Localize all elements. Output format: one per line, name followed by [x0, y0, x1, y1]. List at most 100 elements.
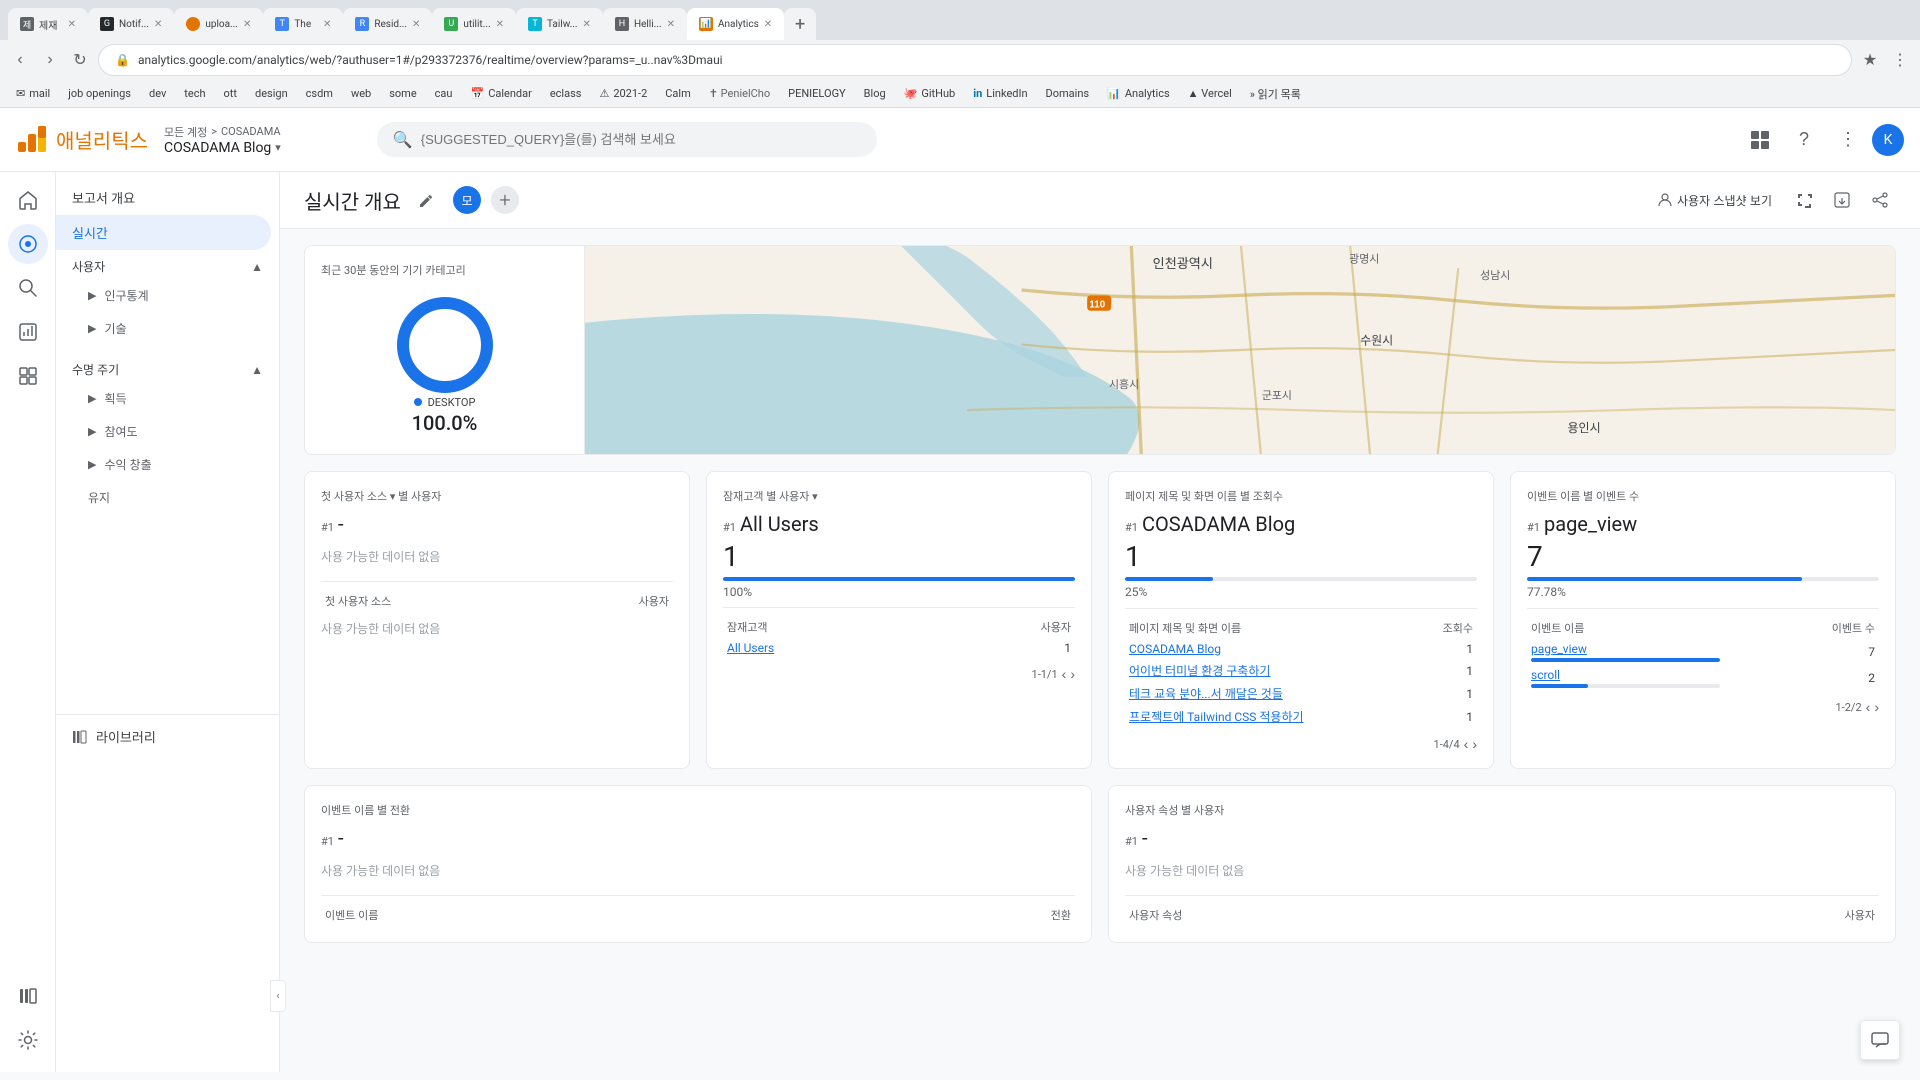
nav-realtime[interactable]: 실시간 — [56, 215, 271, 250]
browser-tab[interactable]: T Tailw... ✕ — [516, 8, 603, 40]
bookmark-ott[interactable]: ott — [216, 85, 245, 102]
first-user-source-header: 첫 사용자 소스 ▾ 별 사용자 — [321, 488, 441, 504]
nav-user-section[interactable]: 사용자 ▲ — [56, 250, 279, 279]
bookmark-blog[interactable]: Blog — [856, 85, 894, 102]
prev-page-button[interactable]: ‹ — [1866, 699, 1871, 715]
prev-page-button[interactable]: ‹ — [1464, 736, 1469, 752]
nav-report-overview[interactable]: 보고서 개요 — [56, 180, 271, 215]
browser-tab[interactable]: 제 제재 ✕ — [8, 8, 88, 40]
url-bar[interactable]: 🔒 analytics.google.com/analytics/web/?au… — [98, 44, 1852, 76]
edit-icon — [418, 191, 436, 209]
share-button[interactable] — [1864, 184, 1896, 216]
nav-library[interactable]: 라이브러리 — [56, 714, 279, 758]
bookmark-penielcho[interactable]: ✝ PenielCho — [701, 85, 778, 102]
sidebar-library-button[interactable] — [8, 976, 48, 1016]
page-views-pagination: 1-4/4 ‹ › — [1125, 736, 1477, 752]
bookmark-jobs[interactable]: job openings — [60, 85, 139, 102]
conversions-header: 이벤트 이름 별 전환 — [321, 802, 410, 818]
bookmark-dev[interactable]: dev — [141, 85, 174, 102]
no-data-label: 사용 가능한 데이터 없음 — [1125, 854, 1879, 887]
conversions-table: 이벤트 이름 전환 — [321, 904, 1075, 926]
more-options-button[interactable]: ⋮ — [1828, 120, 1868, 160]
bookmark-github[interactable]: 🐙GitHub — [896, 85, 964, 102]
bookmark-2021[interactable]: ⚠2021-2 — [591, 85, 655, 102]
table-row: 테크 교육 분야...서 깨달은 것들1 — [1125, 682, 1477, 705]
svg-text:성남시: 성남시 — [1480, 269, 1510, 282]
nav-lifecycle-section[interactable]: 수명 주기 ▲ — [56, 353, 279, 382]
browser-tab-resid[interactable]: R Resid... ✕ — [343, 8, 432, 40]
bookmark-penielogy[interactable]: PENIELOGY — [780, 85, 854, 102]
prev-page-button[interactable]: ‹ — [1062, 666, 1067, 682]
reload-button[interactable]: ↻ — [68, 48, 92, 72]
search-icon: 🔍 — [393, 130, 413, 149]
next-page-button[interactable]: › — [1472, 736, 1477, 752]
sidebar-search-button[interactable] — [8, 268, 48, 308]
bookmark-domains[interactable]: Domains — [1038, 85, 1098, 102]
bookmark-vercel[interactable]: ▲ Vercel — [1180, 85, 1240, 102]
bookmark-more[interactable]: » 읽기 목록 — [1242, 84, 1309, 104]
search-bar[interactable]: 🔍 — [377, 122, 877, 157]
first-user-source-table: 첫 사용자 소스 사용자 — [321, 590, 673, 612]
bookmark-cau[interactable]: cau — [427, 85, 461, 102]
sidebar-settings-button[interactable] — [8, 1020, 48, 1060]
grid-view-button[interactable] — [1740, 120, 1780, 160]
help-button[interactable]: ? — [1784, 120, 1824, 160]
bookmark-tech[interactable]: tech — [176, 85, 213, 102]
account-selector[interactable]: COSADAMA Blog ▾ — [164, 140, 281, 156]
settings-icon — [17, 1029, 39, 1051]
expand-arrow: ▶ — [88, 392, 96, 405]
collapse-sidebar-button[interactable]: ‹ — [270, 980, 286, 1012]
bookmark-mail[interactable]: ✉mail — [8, 85, 58, 102]
user-snapshot-button[interactable]: 사용자 스냅샷 보기 — [1647, 184, 1782, 216]
export-button[interactable] — [1826, 184, 1858, 216]
sidebar-realtime-button[interactable] — [8, 224, 48, 264]
no-data-label2: 사용 가능한 데이터 없음 — [321, 612, 673, 645]
browser-tab[interactable]: H Helli... ✕ — [603, 8, 687, 40]
next-page-button[interactable]: › — [1874, 699, 1879, 715]
bookmark-design[interactable]: design — [247, 85, 296, 102]
bookmark-linkedin[interactable]: inLinkedIn — [965, 85, 1035, 102]
svg-text:시흥시: 시흥시 — [1109, 377, 1139, 391]
user-avatar[interactable]: K — [1872, 124, 1904, 156]
browser-tab-new[interactable]: + — [784, 8, 816, 40]
forward-button[interactable]: › — [38, 48, 62, 72]
bookmark-eclass[interactable]: eclass — [542, 85, 590, 102]
nav-monetization[interactable]: ▶ 수익 창출 — [56, 448, 271, 481]
search-input[interactable] — [421, 132, 861, 147]
nav-engagement[interactable]: ▶ 참여도 — [56, 415, 271, 448]
nav-acquisition[interactable]: ▶ 획득 — [56, 382, 271, 415]
bookmark-csdm[interactable]: csdm — [298, 85, 341, 102]
more-button[interactable]: ⋮ — [1888, 48, 1912, 72]
next-page-button[interactable]: › — [1070, 666, 1075, 682]
browser-tab-analytics[interactable]: 📊 Analytics ✕ — [687, 8, 784, 40]
bookmark-calendar[interactable]: 📅Calendar — [462, 85, 539, 102]
sidebar-home-button[interactable] — [8, 180, 48, 220]
browser-tab[interactable]: uploa... ✕ — [174, 8, 263, 40]
nav-retention[interactable]: 유지 — [56, 481, 271, 514]
bookmark-some[interactable]: some — [381, 85, 424, 102]
svg-text:군포시: 군포시 — [1262, 390, 1292, 402]
table-row: 어이번 터미널 환경 구축하기1 — [1125, 659, 1477, 682]
svg-text:110: 110 — [1089, 299, 1105, 310]
fullscreen-button[interactable] — [1788, 184, 1820, 216]
nav-demographics[interactable]: ▶ 인구통계 — [56, 279, 271, 312]
nav-tech[interactable]: ▶ 기술 — [56, 312, 271, 345]
browser-tab[interactable]: U utilit... ✕ — [432, 8, 516, 40]
help-icon: ? — [1799, 129, 1809, 150]
edit-page-button[interactable] — [411, 184, 443, 216]
more-icon: ⋮ — [1839, 129, 1857, 150]
table-row: scroll 2 — [1527, 665, 1879, 691]
bookmark-web[interactable]: web — [343, 85, 379, 102]
sidebar-explore-button[interactable] — [8, 356, 48, 396]
back-button[interactable]: ‹ — [8, 48, 32, 72]
bookmark-analytics[interactable]: 📊Analytics — [1099, 85, 1178, 102]
bookmark-button[interactable]: ★ — [1858, 48, 1882, 72]
library-icon — [17, 985, 39, 1007]
segment-button[interactable]: 모 — [453, 186, 481, 214]
browser-tab[interactable]: G Notif... ✕ — [88, 8, 174, 40]
add-segment-button[interactable]: + — [491, 186, 519, 214]
browser-tab-the[interactable]: T The ✕ — [263, 8, 343, 40]
feedback-button[interactable] — [1860, 1020, 1900, 1060]
sidebar-reports-button[interactable] — [8, 312, 48, 352]
bookmark-calm[interactable]: Calm — [657, 85, 698, 102]
